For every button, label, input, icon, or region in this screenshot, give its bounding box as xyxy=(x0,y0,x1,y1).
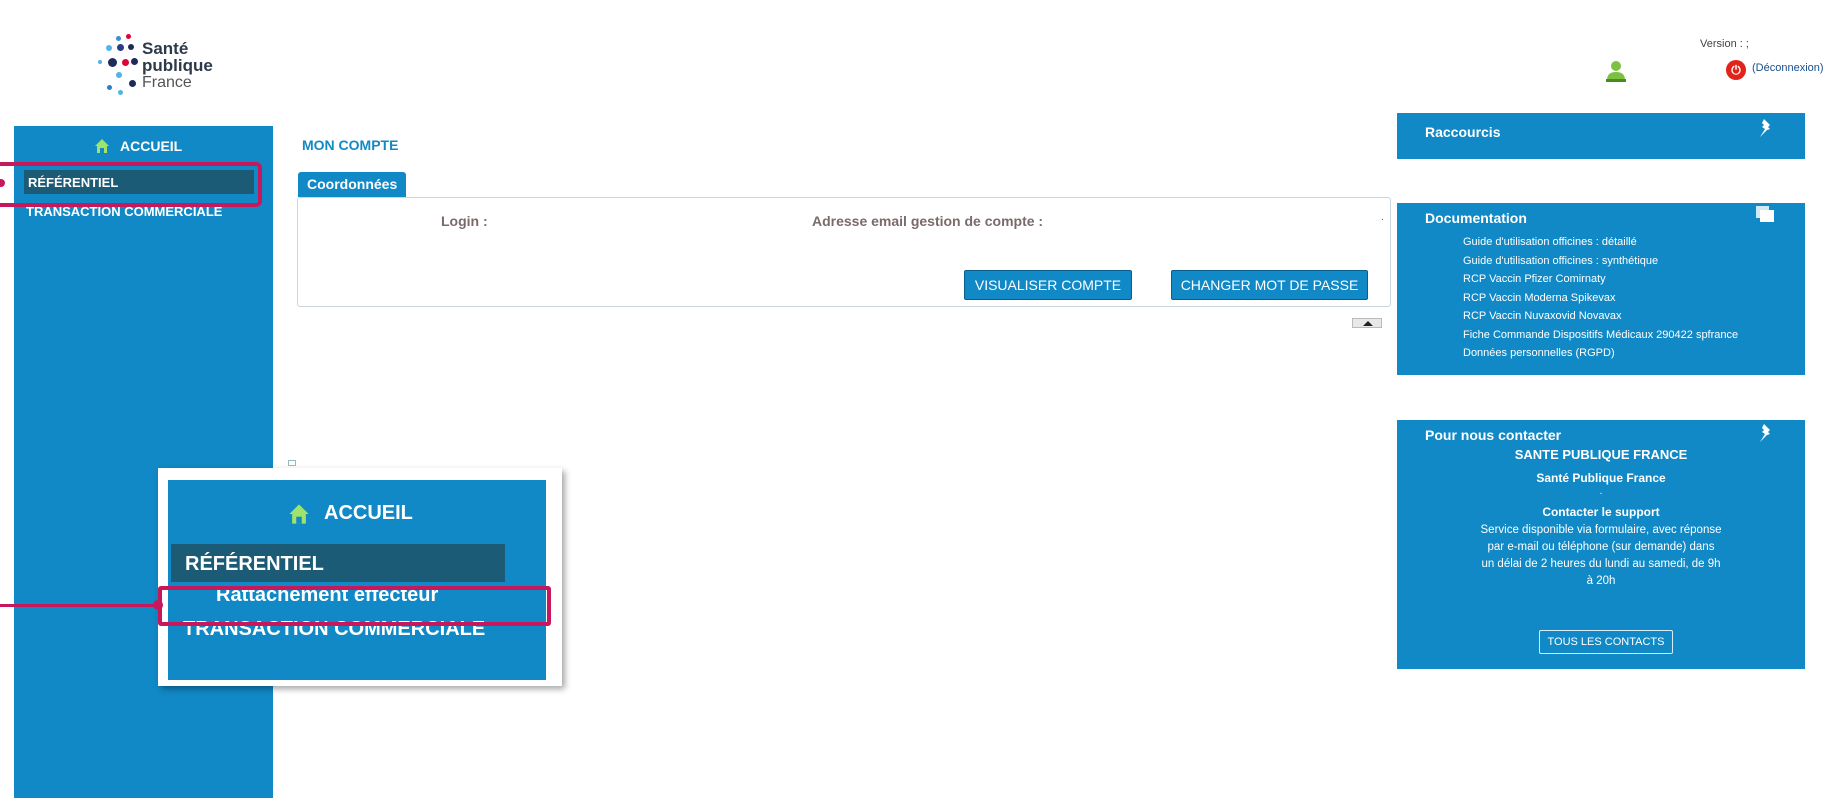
all-contacts-button[interactable]: TOUS LES CONTACTS xyxy=(1539,630,1673,654)
zoom-menu: ACCUEIL RÉFÉRENTIEL Rattachement effecte… xyxy=(168,480,546,680)
zoom-ref-label: RÉFÉRENTIEL xyxy=(185,553,324,575)
documentation-list: Guide d'utilisation officines : détaillé… xyxy=(1463,233,1738,363)
documentation-title: Documentation xyxy=(1425,210,1527,226)
sante-publique-logo: Santé publique France xyxy=(98,32,244,102)
highlight-box-referentiel xyxy=(0,162,262,207)
shortcuts-panel: Raccourcis xyxy=(1397,113,1805,159)
logout-link[interactable]: (Déconnexion) xyxy=(1752,62,1824,74)
contact-org-upper: SANTE PUBLIQUE FRANCE xyxy=(1514,447,1688,462)
shortcuts-title: Raccourcis xyxy=(1425,124,1501,140)
zoom-item-referentiel[interactable]: RÉFÉRENTIEL xyxy=(171,544,505,582)
pin-icon[interactable] xyxy=(1758,422,1774,442)
home-icon xyxy=(289,503,309,524)
copy-icon[interactable] xyxy=(1755,205,1775,223)
doc-link[interactable]: RCP Vaccin Nuvaxovid Novavax xyxy=(1463,307,1738,326)
zoom-callout: ACCUEIL RÉFÉRENTIEL Rattachement effecte… xyxy=(158,468,562,686)
login-label: Login : xyxy=(441,213,488,229)
home-icon xyxy=(95,139,109,153)
doc-link[interactable]: Fiche Commande Dispositifs Médicaux 2904… xyxy=(1463,326,1738,345)
documentation-panel: Documentation Guide d'utilisation offici… xyxy=(1397,203,1805,375)
page-title: MON COMPTE xyxy=(302,137,399,153)
email-label: Adresse email gestion de compte : xyxy=(812,213,1044,229)
version-label: Version : ; xyxy=(1700,38,1749,50)
left-sidebar: ACCUEIL RÉFÉRENTIEL TRANSACTION COMMERCI… xyxy=(14,126,273,798)
doc-link[interactable]: Guide d'utilisation officines : détaillé xyxy=(1463,233,1738,252)
sidebar-item-accueil[interactable]: ACCUEIL xyxy=(94,137,182,155)
logo-line1: Santé xyxy=(142,39,189,58)
zoom-home-label: ACCUEIL xyxy=(324,502,413,524)
logo-line2: publique xyxy=(142,56,213,75)
doc-link[interactable]: RCP Vaccin Moderna Spikevax xyxy=(1463,289,1738,308)
sidebar-home-label: ACCUEIL xyxy=(120,138,183,154)
contact-title: Pour nous contacter xyxy=(1425,427,1562,443)
contact-panel: Pour nous contacter SANTE PUBLIQUE FRANC… xyxy=(1397,420,1805,669)
support-text: un délai de 2 heures du lundi au samedi,… xyxy=(1481,558,1721,570)
view-account-button[interactable]: VISUALISER COMPTE xyxy=(964,270,1132,300)
doc-link[interactable]: RCP Vaccin Pfizer Comirnaty xyxy=(1463,270,1738,289)
contact-dot: . xyxy=(1599,486,1603,497)
doc-link[interactable]: Données personnelles (RGPD) xyxy=(1463,344,1738,363)
change-password-button[interactable]: CHANGER MOT DE PASSE xyxy=(1171,270,1368,300)
power-icon[interactable]: ⏻ xyxy=(1726,60,1746,80)
pin-icon[interactable] xyxy=(1758,117,1774,137)
support-text: à 20h xyxy=(1586,575,1616,587)
placeholder-dot: . xyxy=(1381,212,1384,223)
zoom-item-accueil[interactable]: ACCUEIL xyxy=(288,502,413,525)
highlight-marker xyxy=(153,600,163,610)
logo-line3: France xyxy=(142,74,192,91)
small-marker-icon xyxy=(288,460,296,466)
coordonnees-panel: Login : Adresse email gestion de compte … xyxy=(297,197,1391,307)
highlight-box-rattachement xyxy=(158,586,551,626)
user-icon[interactable] xyxy=(1606,60,1626,82)
tab-coordonnees[interactable]: Coordonnées xyxy=(298,172,407,197)
support-title: Contacter le support xyxy=(1542,505,1660,519)
support-text: Service disponible via formulaire, avec … xyxy=(1480,524,1722,536)
highlight-connector xyxy=(0,604,158,607)
doc-link[interactable]: Guide d'utilisation officines : synthéti… xyxy=(1463,252,1738,271)
scroll-up-button[interactable] xyxy=(1352,318,1382,328)
support-text: par e-mail ou téléphone (sur demande) da… xyxy=(1487,541,1715,553)
contact-org: Santé Publique France xyxy=(1536,471,1666,485)
